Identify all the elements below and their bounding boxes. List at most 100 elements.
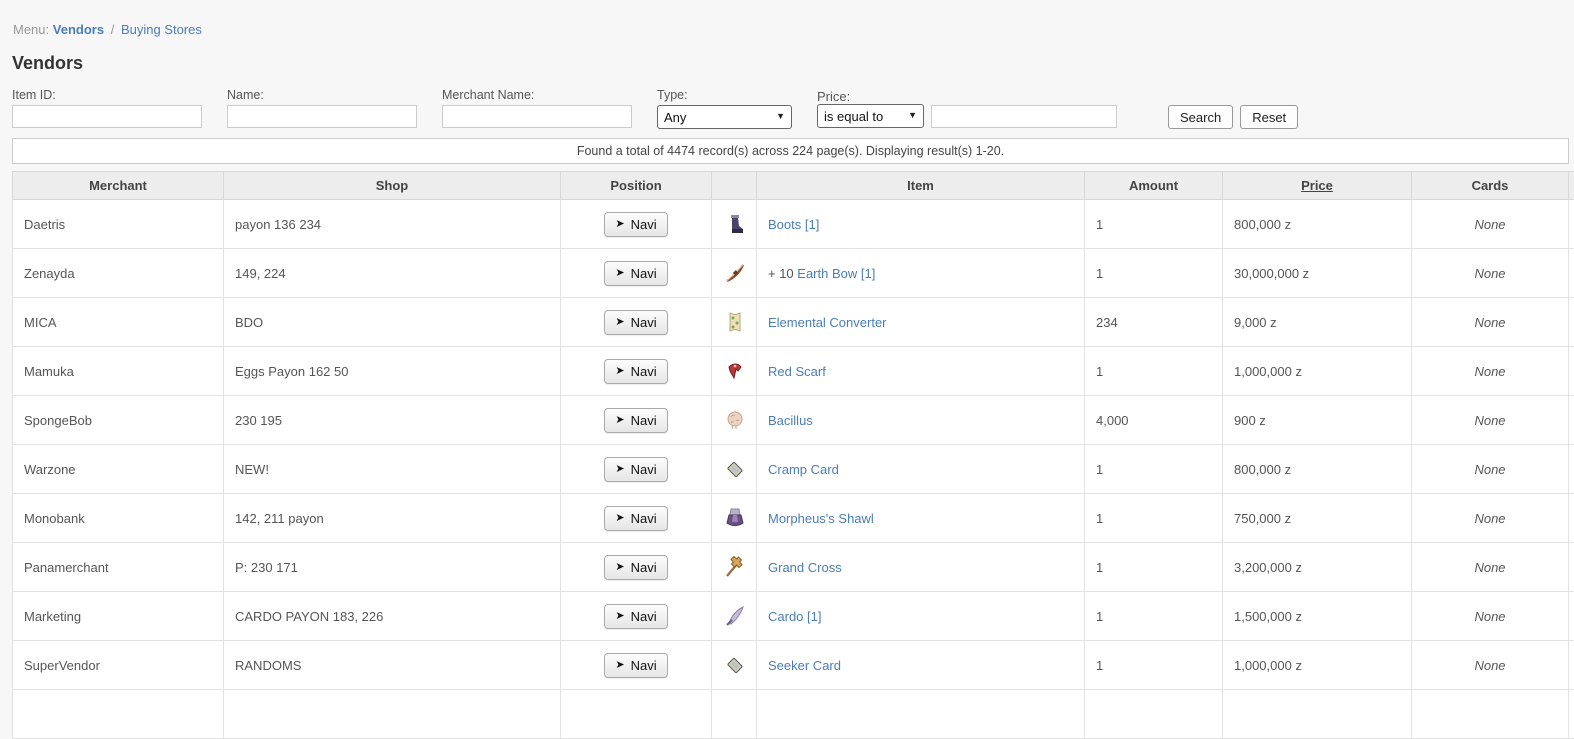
shop-cell: 142, 211 payon [224,494,561,543]
item-link[interactable]: Seeker Card [768,658,841,673]
item-link[interactable]: Red Scarf [768,364,826,379]
price-cell: 750,000 z [1223,494,1412,543]
merchant-cell: Zenayda [13,249,224,298]
results-summary: Found a total of 4474 record(s) across 2… [12,138,1569,164]
column-header-position: Position [561,172,712,200]
price-cell: 3,200,000 z [1223,543,1412,592]
navi-arrow-icon: ➤ [615,562,624,573]
price-cell: 1,000,000 z [1223,641,1412,690]
bow-icon [723,261,747,285]
item-link[interactable]: Boots [1] [768,217,819,232]
shop-cell: Eggs Payon 162 50 [224,347,561,396]
scarf-icon [723,359,747,383]
navi-button[interactable]: ➤ Navi [604,359,667,384]
item-link[interactable]: Cardo [1] [768,609,821,624]
navi-button-label: Navi [631,315,657,330]
name-input[interactable] [227,105,417,128]
navi-button-label: Navi [631,413,657,428]
amount-cell: 1 [1085,200,1223,249]
price-operator-select[interactable]: is equal to [817,104,924,128]
shop-cell: RANDOMS [224,641,561,690]
item-link[interactable]: Cramp Card [768,462,839,477]
shop-cell: P: 230 171 [224,543,561,592]
navi-arrow-icon: ➤ [615,513,624,524]
table-header-row: Merchant Shop Position Item Amount Price… [13,172,1574,200]
merchant-cell: Daetris [13,200,224,249]
column-header-shop: Shop [224,172,561,200]
item-prefix: + 10 [768,266,797,281]
search-form: Item ID: Name: Merchant Name: Type: Any … [12,88,1574,129]
navi-button-label: Navi [631,217,657,232]
merchant-cell: SuperVendor [13,641,224,690]
item-id-input[interactable] [12,105,202,128]
navi-button[interactable]: ➤ Navi [604,261,667,286]
merchant-cell: Panamerchant [13,543,224,592]
navi-arrow-icon: ➤ [615,317,624,328]
vendor-rows: Daetris payon 136 234 ➤ Navi Boots [1] 1… [13,200,1574,739]
breadcrumb-prefix: Menu: [13,22,49,37]
price-cell: 30,000,000 z [1223,249,1412,298]
merchant-name-input[interactable] [442,105,632,128]
price-cell: 9,000 z [1223,298,1412,347]
merchant-cell: Marketing [13,592,224,641]
merchant-name-label: Merchant Name: [442,88,632,103]
navi-button[interactable]: ➤ Navi [604,310,667,335]
scroll-icon [723,310,747,334]
price-cell: 900 z [1223,396,1412,445]
navi-button[interactable]: ➤ Navi [604,604,667,629]
type-select[interactable]: Any [657,105,792,129]
price-cell: 1,500,000 z [1223,592,1412,641]
cards-cell: None [1412,347,1569,396]
navi-button[interactable]: ➤ Navi [604,653,667,678]
table-row: Zenayda 149, 224 ➤ Navi + 10 Earth Bow [… [13,249,1574,298]
merchant-cell: MICA [13,298,224,347]
item-link[interactable]: Earth Bow [1] [797,266,875,281]
column-header-merchant: Merchant [13,172,224,200]
shop-cell: BDO [224,298,561,347]
shop-cell: CARDO PAYON 183, 226 [224,592,561,641]
merchant-cell: Mamuka [13,347,224,396]
table-row: MICA BDO ➤ Navi Elemental Converter 234 … [13,298,1574,347]
navi-button[interactable]: ➤ Navi [604,555,667,580]
amount-cell: 1 [1085,445,1223,494]
navi-button[interactable]: ➤ Navi [604,408,667,433]
item-link[interactable]: Elemental Converter [768,315,887,330]
amount-cell: 1 [1085,249,1223,298]
column-header-item: Item [757,172,1085,200]
reset-button[interactable]: Reset [1240,105,1298,129]
navi-button[interactable]: ➤ Navi [604,212,667,237]
navi-button-label: Navi [631,511,657,526]
search-button[interactable]: Search [1168,105,1233,129]
item-link[interactable]: Morpheus's Shawl [768,511,874,526]
navi-arrow-icon: ➤ [615,415,624,426]
breadcrumb-separator: / [111,22,115,37]
item-link[interactable]: Bacillus [768,413,813,428]
card-icon [723,457,747,481]
breadcrumb: Menu: Vendors / Buying Stores [0,0,1574,37]
table-row: Warzone NEW! ➤ Navi Cramp Card 1 800,000… [13,445,1574,494]
price-input[interactable] [931,105,1117,128]
amount-cell: 4,000 [1085,396,1223,445]
cross-staff-icon [723,555,747,579]
amount-cell: 1 [1085,592,1223,641]
price-label: Price: [817,89,924,104]
navi-arrow-icon: ➤ [615,268,624,279]
amount-cell: 234 [1085,298,1223,347]
column-header-price-sort-link[interactable]: Price [1301,178,1333,193]
navi-button[interactable]: ➤ Navi [604,457,667,482]
merchant-cell: Warzone [13,445,224,494]
navi-button[interactable]: ➤ Navi [604,506,667,531]
page-title: Vendors [12,54,1574,72]
navi-arrow-icon: ➤ [615,219,624,230]
breadcrumb-link-buying-stores[interactable]: Buying Stores [121,22,202,37]
shop-cell: NEW! [224,445,561,494]
price-cell: 800,000 z [1223,200,1412,249]
navi-button-label: Navi [631,462,657,477]
bacillus-icon [723,408,747,432]
navi-button-label: Navi [631,560,657,575]
merchant-cell: Monobank [13,494,224,543]
cards-cell: None [1412,249,1569,298]
column-header-cards: Cards [1412,172,1569,200]
item-link[interactable]: Grand Cross [768,560,842,575]
breadcrumb-link-vendors[interactable]: Vendors [53,22,104,37]
